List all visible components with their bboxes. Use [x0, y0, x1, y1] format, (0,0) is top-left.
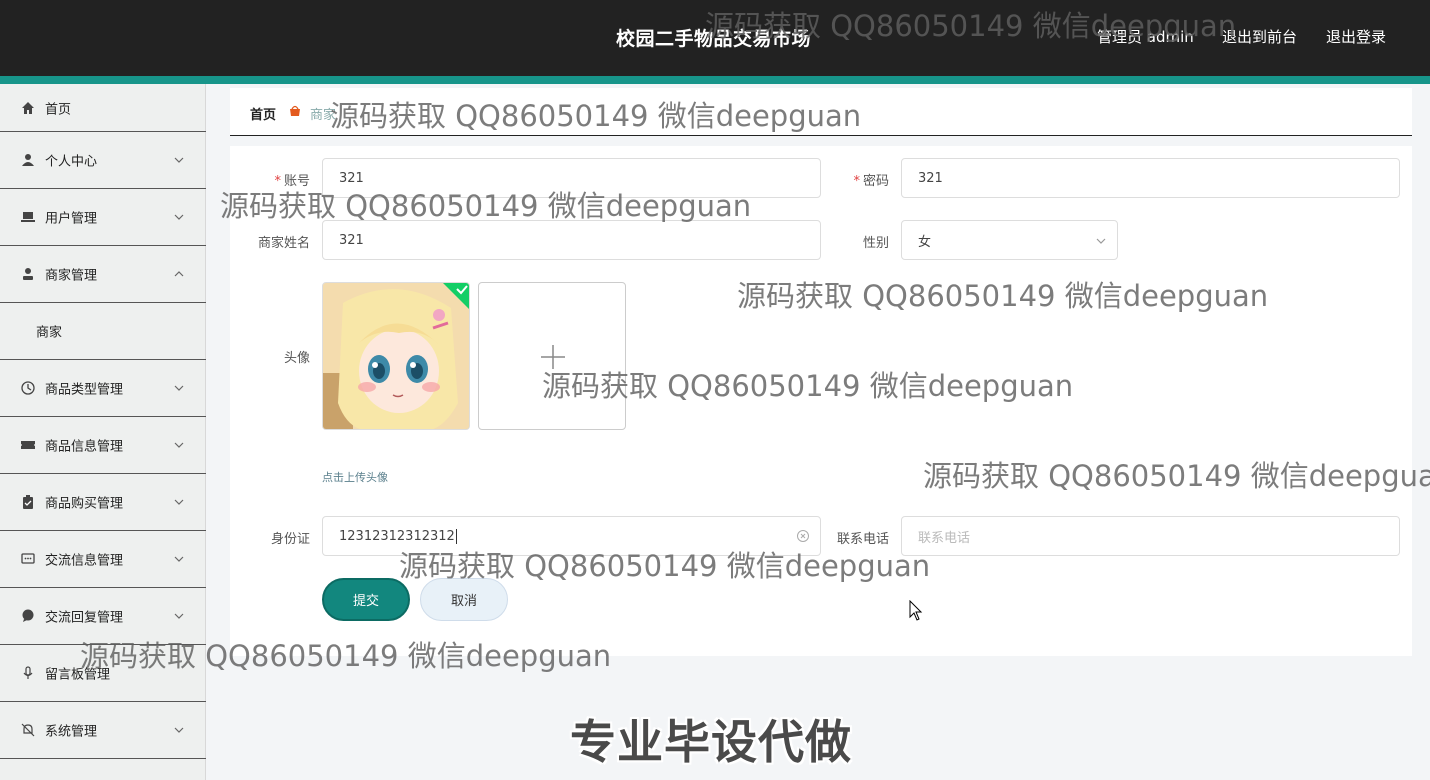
- chevron-up-icon: [174, 271, 184, 277]
- home-icon: [20, 100, 36, 116]
- chevron-down-icon: [1096, 238, 1106, 244]
- chevron-down-icon: [174, 727, 184, 733]
- phone-field[interactable]: 联系电话: [901, 516, 1400, 556]
- chevron-down-icon: [174, 214, 184, 220]
- top-bar: 校园二手物品交易市场 管理员 admin 退出到前台 退出登录: [0, 0, 1430, 76]
- bell-off-icon: [20, 722, 36, 738]
- id-card-field[interactable]: 12312312312312: [322, 516, 821, 556]
- chevron-down-icon: [174, 157, 184, 163]
- avatar-upload-button[interactable]: [478, 282, 626, 430]
- person-icon: [20, 266, 36, 282]
- ticket-icon: [20, 437, 36, 453]
- sidebar-item-product-info-management[interactable]: 商品信息管理: [0, 417, 206, 474]
- chevron-down-icon: [174, 556, 184, 562]
- sidebar-item-home[interactable]: 首页: [0, 84, 206, 132]
- avatar-preview[interactable]: [322, 282, 470, 430]
- sidebar-item-system-management[interactable]: 系统管理: [0, 702, 206, 759]
- phone-placeholder: 联系电话: [918, 530, 971, 546]
- sidebar-item-label: 商品购买管理: [45, 496, 124, 512]
- sidebar-subitem-merchant[interactable]: 商家: [0, 303, 206, 360]
- breadcrumb: 首页 商家: [230, 88, 1412, 136]
- password-label: * 密码: [853, 174, 889, 189]
- chevron-down-icon: [174, 385, 184, 391]
- avatar-label: 头像: [283, 351, 310, 366]
- mic-icon: [20, 665, 36, 681]
- promo-banner-text: 专业毕设代做: [570, 715, 852, 769]
- text-caret: [455, 528, 457, 544]
- logout-link[interactable]: 退出登录: [1326, 26, 1386, 47]
- mouse-cursor-icon: [909, 600, 923, 621]
- sidebar-item-label: 系统管理: [45, 724, 98, 740]
- gender-select-value: 女: [918, 234, 932, 250]
- sidebar-item-user-management[interactable]: 用户管理: [0, 189, 206, 246]
- shop-icon: [290, 105, 300, 116]
- breadcrumb-current: 商家: [310, 108, 337, 123]
- chat-icon: [20, 551, 36, 567]
- sidebar-item-exchange-reply-management[interactable]: 交流回复管理: [0, 588, 206, 645]
- sidebar-item-product-purchase-management[interactable]: 商品购买管理: [0, 474, 206, 531]
- account-field[interactable]: 321: [322, 158, 821, 198]
- chevron-down-icon: [174, 499, 184, 505]
- app-title: 校园二手物品交易市场: [616, 28, 812, 50]
- chevron-down-icon: [174, 442, 184, 448]
- sidebar-item-label: 商品类型管理: [45, 382, 124, 398]
- sidebar-item-label: 用户管理: [45, 211, 98, 227]
- bubble-icon: [20, 608, 36, 624]
- clipboard-icon: [20, 494, 36, 510]
- password-field[interactable]: 321: [901, 158, 1400, 198]
- user-icon: [20, 152, 36, 168]
- id-card-value: 12312312312312: [339, 528, 455, 544]
- exit-to-frontend-link[interactable]: 退出到前台: [1222, 26, 1297, 47]
- chevron-down-icon: [174, 613, 184, 619]
- merchant-name-field[interactable]: 321: [322, 220, 821, 260]
- accent-stripe: [0, 76, 1430, 84]
- breadcrumb-home[interactable]: 首页: [250, 104, 276, 123]
- upload-avatar-hint[interactable]: 点击上传头像: [322, 469, 388, 485]
- sidebar-item-label: 留言板管理: [45, 667, 111, 683]
- phone-label: 联系电话: [836, 532, 889, 547]
- sidebar-item-label: 首页: [45, 102, 72, 117]
- sidebar-item-message-board-management[interactable]: 留言板管理: [0, 645, 206, 702]
- sidebar-item-label: 交流信息管理: [45, 553, 124, 569]
- sidebar-item-label: 商品信息管理: [45, 439, 124, 455]
- sidebar-item-product-type-management[interactable]: 商品类型管理: [0, 360, 206, 417]
- clock-icon: [20, 380, 36, 396]
- gender-select[interactable]: 女: [901, 220, 1118, 260]
- sidebar-item-label: 商家管理: [45, 268, 98, 284]
- sidebar-item-label: 交流回复管理: [45, 610, 124, 626]
- check-badge-icon: [443, 283, 469, 309]
- gender-label: 性别: [862, 236, 889, 251]
- sidebar-item-exchange-info-management[interactable]: 交流信息管理: [0, 531, 206, 588]
- submit-button[interactable]: 提交: [322, 578, 410, 621]
- sidebar-item-personal-center[interactable]: 个人中心: [0, 132, 206, 189]
- merchant-name-label: 商家姓名: [257, 236, 310, 251]
- sidebar-item-merchant-management[interactable]: 商家管理: [0, 246, 206, 303]
- sidebar: 首页 个人中心 用户管理 商家管理 商家 商品类型管理 商品信息管理 商品购买管…: [0, 84, 206, 780]
- sidebar-item-label: 个人中心: [45, 154, 98, 170]
- laptop-icon: [20, 209, 36, 225]
- plus-icon: [541, 345, 565, 369]
- account-label: * 账号: [274, 174, 310, 189]
- cancel-button[interactable]: 取消: [420, 578, 508, 621]
- admin-user-label[interactable]: 管理员 admin: [1097, 26, 1194, 47]
- id-card-label: 身份证: [270, 532, 310, 547]
- sidebar-item-label: 商家: [36, 325, 63, 341]
